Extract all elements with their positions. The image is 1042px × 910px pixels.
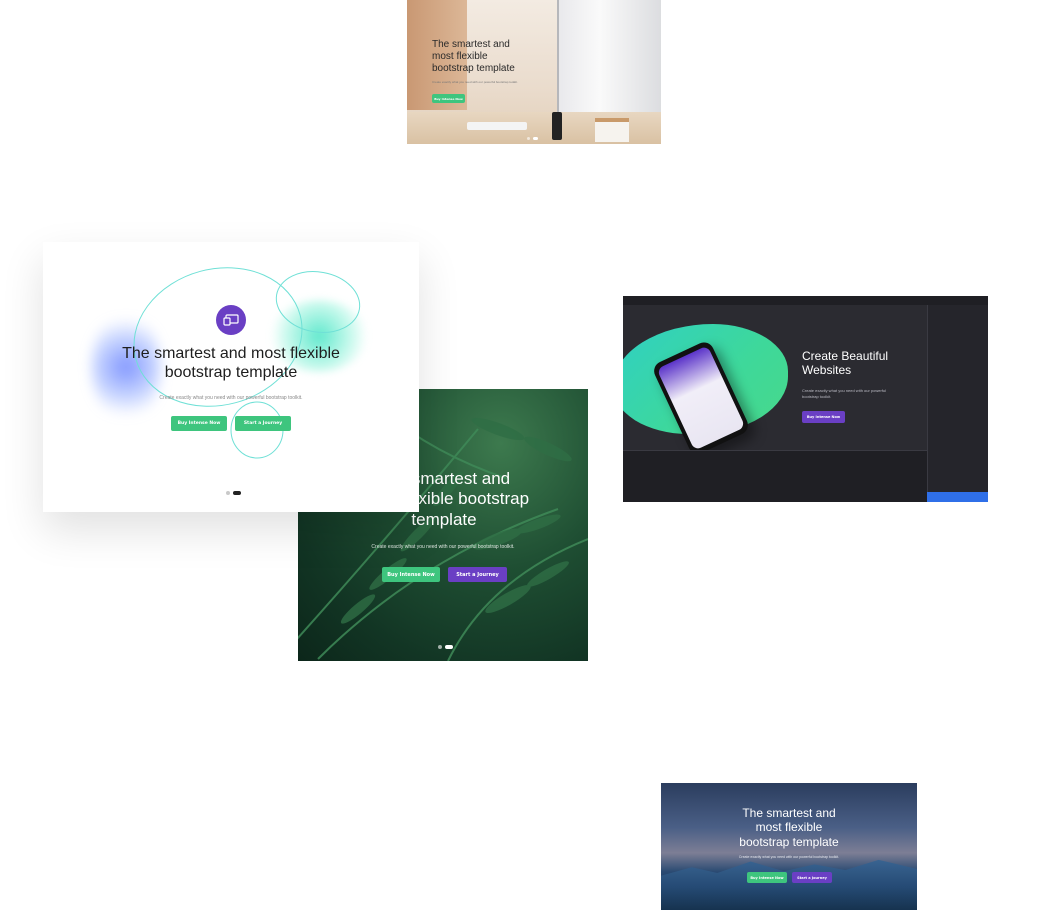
hero-card-desk[interactable]: The smartest and most flexible bootstrap… bbox=[407, 0, 661, 144]
buy-button[interactable]: Buy Intense Now bbox=[382, 567, 440, 582]
slider-dot-active[interactable] bbox=[445, 645, 453, 649]
start-journey-button[interactable]: Start a Journey bbox=[235, 416, 291, 431]
hero-subtitle: Create exactly what you need with our po… bbox=[738, 855, 840, 859]
mountain-ridge-image bbox=[661, 859, 917, 910]
hero-subtitle: Create exactly what you need with our po… bbox=[432, 80, 518, 84]
keyboard-image bbox=[467, 122, 527, 130]
buy-button[interactable]: Buy Intense Now bbox=[432, 94, 465, 103]
buy-button[interactable]: Buy Intense Now bbox=[802, 411, 845, 423]
slider-dot[interactable] bbox=[438, 645, 442, 649]
animation-timeline[interactable] bbox=[623, 450, 927, 502]
hero-subtitle: Create exactly what you need with our po… bbox=[802, 388, 887, 399]
slider-dot[interactable] bbox=[527, 137, 530, 140]
pen-holder-image bbox=[552, 112, 562, 140]
hero-headline: Create Beautiful Websites bbox=[802, 349, 889, 378]
slider-dot[interactable] bbox=[226, 491, 230, 495]
slider-dots[interactable] bbox=[438, 645, 453, 649]
start-journey-button[interactable]: Start a Journey bbox=[448, 567, 507, 582]
settings-panel[interactable] bbox=[927, 305, 988, 502]
start-journey-button[interactable]: Start a Journey bbox=[792, 872, 832, 883]
buy-button[interactable]: Buy Intense Now bbox=[171, 416, 227, 431]
devices-icon bbox=[216, 305, 246, 335]
hero-headline: The smartest and most flexible bootstrap… bbox=[739, 806, 839, 849]
monitor-image bbox=[557, 0, 661, 118]
builder-preview-card[interactable]: Create Beautiful Websites Create exactly… bbox=[623, 296, 988, 502]
publish-bar[interactable] bbox=[927, 492, 988, 502]
slider-dots[interactable] bbox=[527, 137, 538, 140]
slider-dots[interactable] bbox=[226, 491, 241, 495]
slider-dot-active[interactable] bbox=[533, 137, 538, 140]
hero-headline: The smartest and most flexible bootstrap… bbox=[122, 345, 340, 382]
hero-subtitle: Create exactly what you need with our po… bbox=[371, 544, 515, 550]
buy-button[interactable]: Buy Intense Now bbox=[747, 872, 787, 883]
hero-card-mountain[interactable]: The smartest and most flexible bootstrap… bbox=[661, 783, 917, 910]
box-image bbox=[595, 118, 629, 142]
slider-dot-active[interactable] bbox=[233, 491, 241, 495]
hero-headline: The smartest and most flexible bootstrap… bbox=[432, 39, 515, 74]
builder-toolbar bbox=[623, 296, 988, 305]
hero-subtitle: Create exactly what you need with our po… bbox=[159, 395, 303, 401]
devices-icon-glyph bbox=[223, 314, 239, 326]
hero-card-light[interactable]: The smartest and most flexible bootstrap… bbox=[43, 242, 419, 512]
